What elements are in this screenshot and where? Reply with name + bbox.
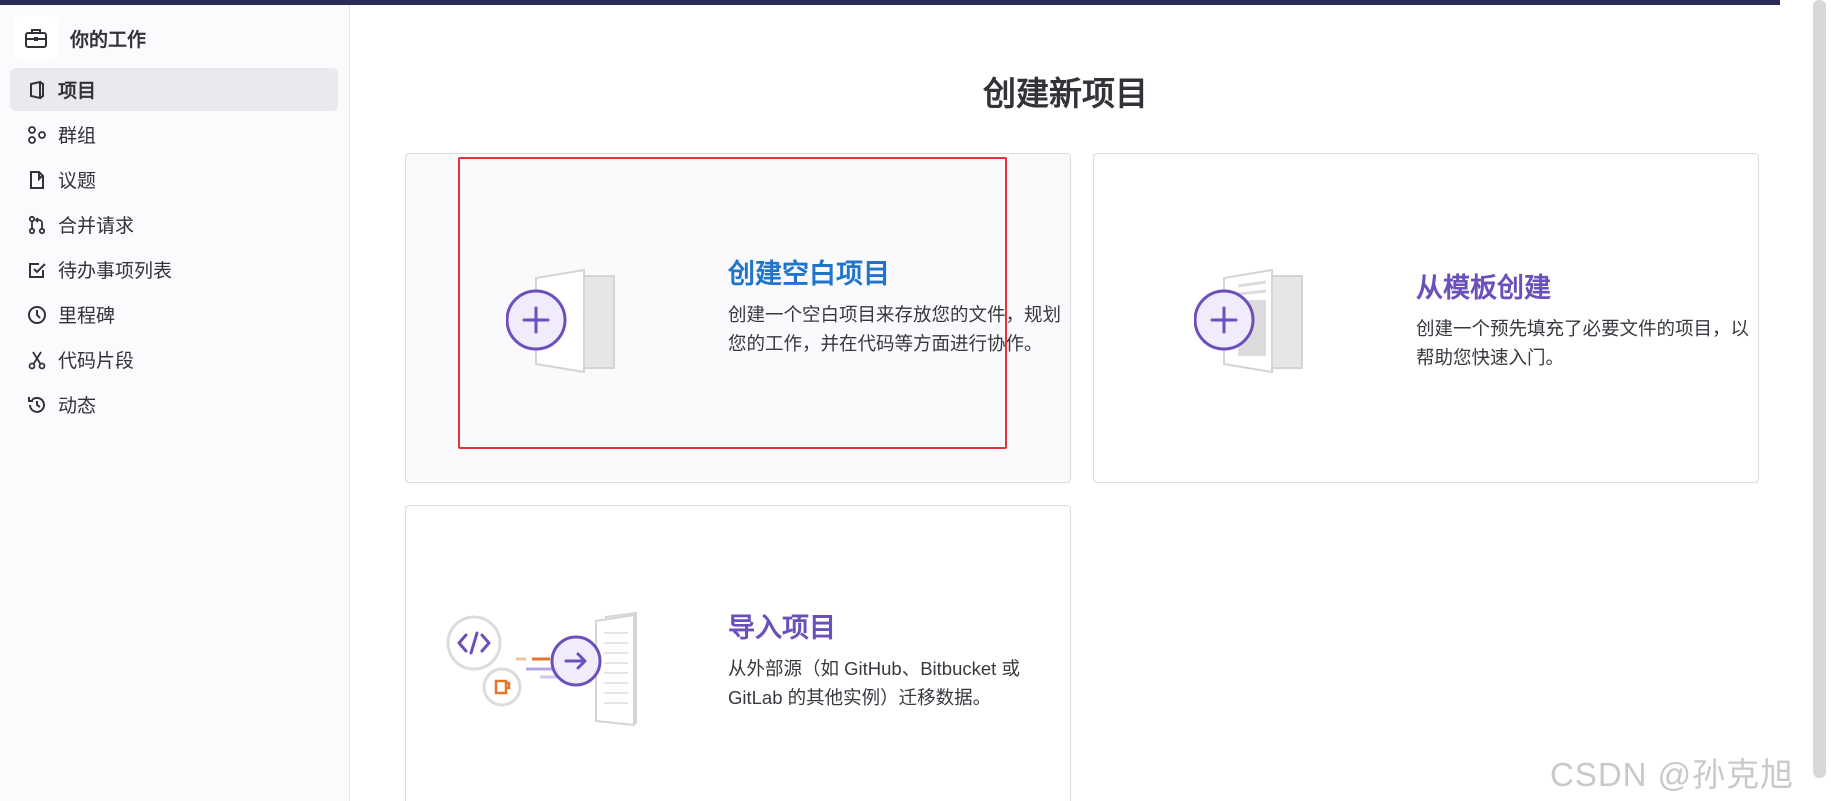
main-content: 创建新项目 创建空白项目 创建一个空白项目来存放您的文件，规划您的工作，并在代码…: [351, 5, 1780, 801]
card-title[interactable]: 导入项目: [728, 606, 836, 645]
sidebar-item-projects[interactable]: 项目: [10, 68, 338, 111]
sidebar-header[interactable]: 你的工作: [14, 15, 146, 61]
sidebar-item-label: 群组: [58, 126, 97, 147]
watermark: CSDN @孙克旭: [1550, 756, 1795, 793]
issues-icon: [26, 169, 48, 191]
sidebar-item-merge-requests[interactable]: 合并请求: [10, 203, 338, 246]
snippet-scissors-icon: [26, 349, 48, 371]
sidebar-nav: 项目 群组 议题 合并请求 待办事项列表 里程碑 代码片段 动态: [10, 68, 338, 428]
project-icon: [26, 79, 48, 101]
todo-checkbox-icon: [26, 259, 48, 281]
vertical-scrollbar[interactable]: [1813, 0, 1826, 778]
sidebar-item-label: 代码片段: [58, 351, 135, 372]
sidebar-item-label: 动态: [58, 396, 97, 417]
create-from-template-card[interactable]: 从模板创建 创建一个预先填充了必要文件的项目，以帮助您快速入门。: [1093, 153, 1759, 483]
template-project-illustration: [1193, 264, 1314, 389]
sidebar-item-todo-list[interactable]: 待办事项列表: [10, 248, 338, 291]
sidebar: 你的工作 项目 群组 议题 合并请求 待办事项列表 里程碑 代码片段 动态: [0, 5, 350, 801]
sidebar-item-issues[interactable]: 议题: [10, 158, 338, 201]
group-icon: [26, 124, 48, 146]
import-project-illustration: [446, 611, 686, 746]
card-description: 创建一个预先填充了必要文件的项目，以帮助您快速入门。: [1416, 318, 1750, 368]
sidebar-item-milestones[interactable]: 里程碑: [10, 293, 338, 336]
milestone-clock-icon: [26, 304, 48, 326]
sidebar-item-groups[interactable]: 群组: [10, 113, 338, 156]
briefcase-icon: [14, 16, 58, 60]
card-title[interactable]: 创建空白项目: [728, 252, 890, 291]
sidebar-item-label: 议题: [58, 171, 97, 192]
sidebar-item-label: 待办事项列表: [58, 261, 173, 282]
blank-project-illustration: [505, 264, 626, 389]
import-project-card[interactable]: 导入项目 从外部源（如 GitHub、Bitbucket 或 GitLab 的其…: [405, 505, 1071, 801]
page-title: 创建新项目: [983, 75, 1148, 112]
card-description: 创建一个空白项目来存放您的文件，规划您的工作，并在代码等方面进行协作。: [728, 304, 1062, 354]
sidebar-item-snippets[interactable]: 代码片段: [10, 338, 338, 381]
sidebar-item-activity[interactable]: 动态: [10, 383, 338, 426]
card-description: 从外部源（如 GitHub、Bitbucket 或 GitLab 的其他实例）迁…: [728, 658, 1020, 708]
card-title[interactable]: 从模板创建: [1416, 266, 1551, 305]
sidebar-title: 你的工作: [70, 29, 147, 51]
sidebar-item-label: 项目: [58, 81, 97, 102]
activity-history-icon: [26, 394, 48, 416]
merge-request-icon: [26, 214, 48, 236]
sidebar-item-label: 合并请求: [58, 216, 135, 237]
create-blank-project-card[interactable]: 创建空白项目 创建一个空白项目来存放您的文件，规划您的工作，并在代码等方面进行协…: [405, 153, 1071, 483]
sidebar-item-label: 里程碑: [58, 306, 116, 327]
